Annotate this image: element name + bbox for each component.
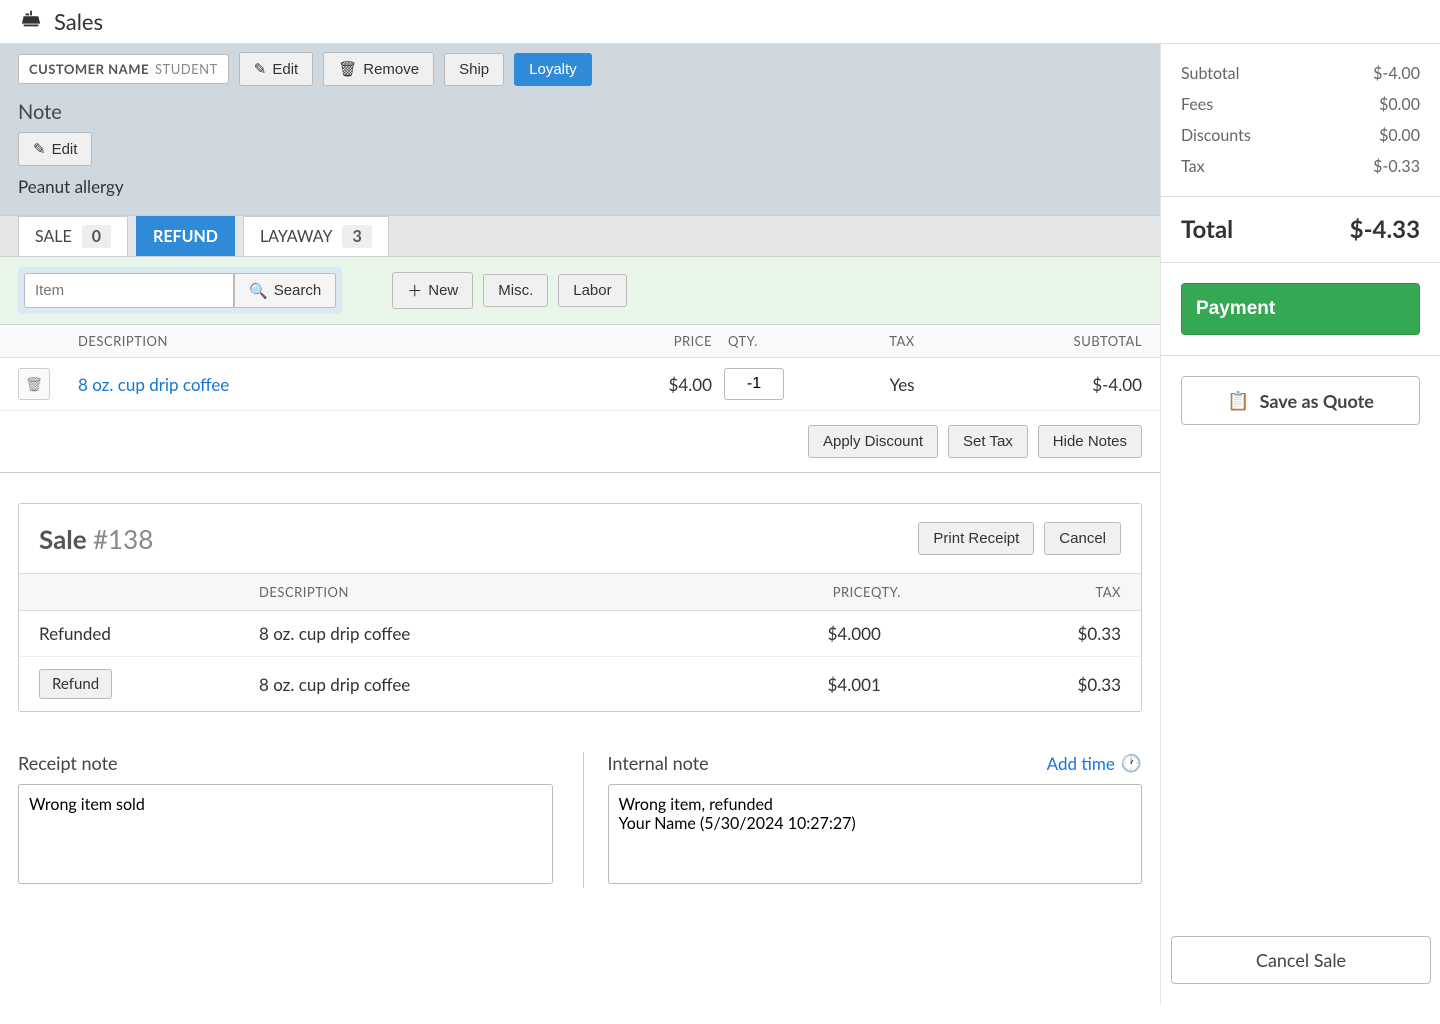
misc-button[interactable]: Misc. (483, 274, 548, 307)
total-value: $-4.33 (1350, 215, 1420, 244)
subtotal-value: $-4.00 (1373, 64, 1420, 83)
ship-button[interactable]: Ship (444, 53, 504, 86)
tab-layaway[interactable]: LAYAWAY 3 (243, 216, 389, 256)
customer-chip[interactable]: CUSTOMER NAME STUDENT (18, 54, 229, 84)
sale-title: Sale #138 (39, 523, 153, 555)
sale-tabs: SALE 0 REFUND LAYAWAY 3 (0, 215, 1160, 257)
customer-name-label: CUSTOMER NAME (29, 61, 149, 77)
loyalty-button[interactable]: Loyalty (514, 53, 592, 86)
line-subtotal: $-4.00 (982, 374, 1142, 395)
line-price: $4.00 (592, 374, 712, 395)
customer-panel: CUSTOMER NAME STUDENT ✎ Edit 🗑 Remove Sh… (0, 44, 1160, 215)
note-heading: Note (18, 100, 1142, 124)
notes-section: Receipt note Internal note Add time 🕐 (0, 742, 1160, 908)
tab-refund[interactable]: REFUND (136, 216, 235, 256)
item-toolbar: 🔍 Search ＋ New Misc. Labor (0, 257, 1160, 325)
sale-table-header: DESCRIPTION PRICE QTY. TAX (19, 574, 1141, 611)
delete-line-button[interactable]: 🗑 (18, 368, 50, 400)
set-tax-button[interactable]: Set Tax (948, 425, 1028, 458)
item-link[interactable]: 8 oz. cup drip coffee (78, 374, 592, 395)
cancel-sale-button[interactable]: Cancel Sale (1171, 936, 1431, 984)
search-icon: 🔍 (249, 282, 268, 300)
edit-note-button[interactable]: ✎ Edit (18, 132, 92, 166)
line-tax: Yes (822, 374, 982, 395)
internal-note-textarea[interactable] (608, 784, 1143, 884)
internal-note-title: Internal note (608, 752, 709, 774)
item-search-input[interactable] (24, 273, 234, 308)
tax-value: $-0.33 (1373, 157, 1420, 176)
trash-icon: 🗑 (338, 60, 357, 78)
note-text: Peanut allergy (18, 176, 1142, 197)
refunded-label: Refunded (39, 623, 259, 644)
register-icon (20, 8, 42, 35)
receipt-note-textarea[interactable] (18, 784, 553, 884)
search-button[interactable]: 🔍 Search (234, 273, 336, 308)
new-item-button[interactable]: ＋ New (392, 272, 473, 309)
save-as-quote-button[interactable]: 📋 Save as Quote (1181, 376, 1420, 425)
apply-discount-button[interactable]: Apply Discount (808, 425, 938, 458)
tab-sale[interactable]: SALE 0 (18, 216, 128, 256)
line-item-row: 🗑 8 oz. cup drip coffee $4.00 Yes $-4.00 (0, 358, 1160, 411)
line-items-header: DESCRIPTION PRICE QTY. TAX SUBTOTAL (0, 325, 1160, 358)
plus-icon: ＋ (407, 280, 422, 301)
remove-customer-button[interactable]: 🗑 Remove (323, 52, 434, 86)
pencil-icon: ✎ (254, 60, 267, 78)
hide-notes-button[interactable]: Hide Notes (1038, 425, 1142, 458)
clock-icon: 🕐 (1121, 752, 1142, 774)
receipt-note-title: Receipt note (18, 752, 118, 774)
trash-icon: 🗑 (25, 375, 43, 393)
pencil-icon: ✎ (33, 140, 46, 158)
customer-role: STUDENT (155, 61, 218, 77)
sale-table-row: Refund 8 oz. cup drip coffee $4.00 1 $0.… (19, 657, 1141, 711)
add-time-link[interactable]: Add time 🕐 (1047, 752, 1142, 774)
edit-customer-button[interactable]: ✎ Edit (239, 52, 313, 86)
app-header: Sales (0, 0, 1440, 44)
cancel-receipt-button[interactable]: Cancel (1044, 522, 1121, 555)
totals-sidebar: Subtotal$-4.00 Fees$0.00 Discounts$0.00 … (1160, 44, 1440, 1004)
line-actions: Apply Discount Set Tax Hide Notes (0, 411, 1160, 473)
page-title: Sales (54, 8, 103, 35)
discounts-value: $0.00 (1379, 126, 1420, 145)
print-receipt-button[interactable]: Print Receipt (918, 522, 1034, 555)
quote-icon: 📋 (1227, 389, 1249, 412)
qty-input[interactable] (724, 368, 784, 400)
sale-table-row: Refunded 8 oz. cup drip coffee $4.00 0 $… (19, 611, 1141, 657)
payment-button[interactable]: Payment (1181, 283, 1420, 335)
original-sale-panel: Sale #138 Print Receipt Cancel DESCRIPTI… (18, 503, 1142, 712)
fees-value: $0.00 (1379, 95, 1420, 114)
refund-line-button[interactable]: Refund (39, 669, 112, 699)
labor-button[interactable]: Labor (558, 274, 626, 307)
